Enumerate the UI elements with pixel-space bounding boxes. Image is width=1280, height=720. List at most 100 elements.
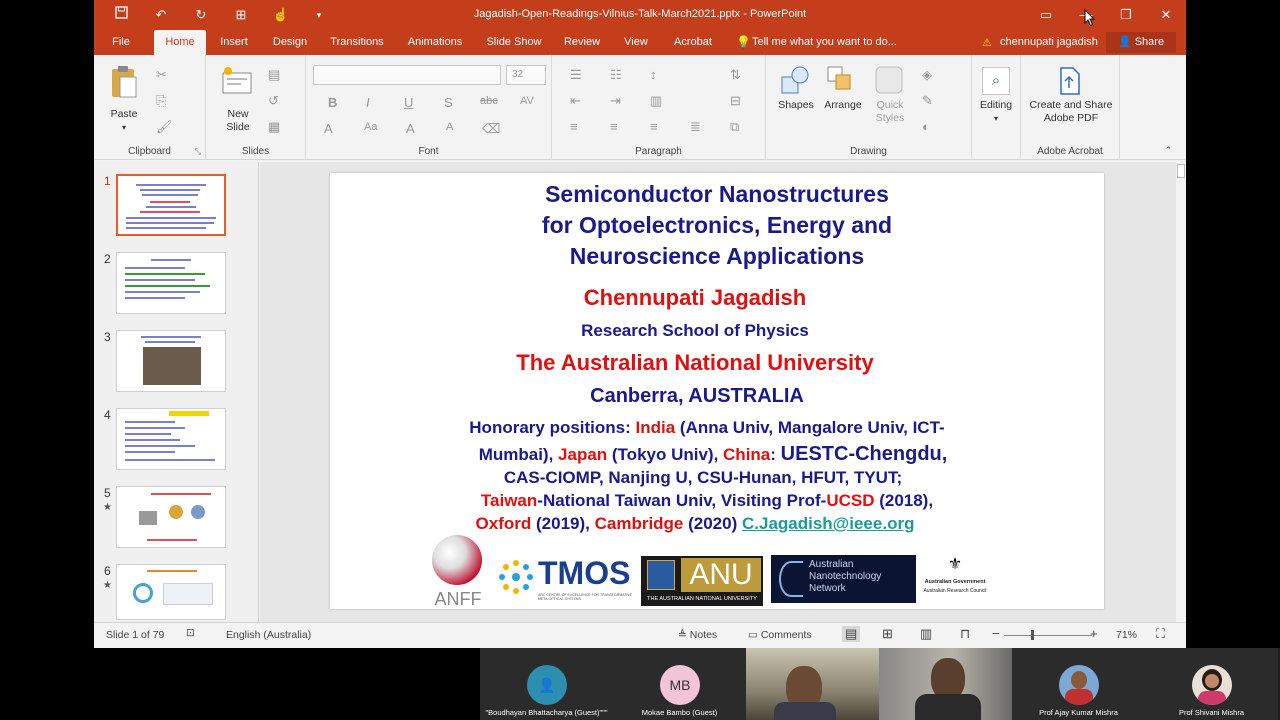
format-painter-icon[interactable]: 🖌	[156, 119, 173, 135]
tab-acrobat[interactable]: Acrobat	[670, 30, 716, 55]
tab-slide-show[interactable]: Slide Show	[484, 30, 544, 55]
arrange-label[interactable]: Arrange	[818, 99, 868, 112]
editing-dropdown-icon[interactable]: ▾	[972, 112, 1020, 125]
participant-tile[interactable]: MB Mokae Bambo (Guest)	[613, 648, 746, 720]
strikethrough-icon[interactable]: abc	[480, 95, 498, 107]
char-spacing-icon[interactable]: AV	[520, 95, 534, 107]
font-name-input[interactable]	[313, 65, 501, 85]
clear-format-icon[interactable]: ⌫	[482, 121, 500, 137]
slide-editing-area[interactable]: Semiconductor Nanostructures for Optoele…	[260, 162, 1176, 622]
decrease-indent-icon[interactable]: ⇤	[570, 93, 581, 109]
italic-icon[interactable]: I	[366, 95, 370, 110]
email-link[interactable]: C.Jagadish@ieee.org	[742, 514, 914, 533]
grow-font-icon[interactable]: A	[406, 121, 415, 136]
new-slide-label-2[interactable]: Slide	[216, 121, 260, 134]
quick-label[interactable]: Quick	[868, 99, 912, 112]
align-center-icon[interactable]: ≡	[610, 119, 618, 134]
close-button[interactable]: ✕	[1146, 0, 1186, 30]
collapse-ribbon-icon[interactable]: ⌃	[1164, 145, 1172, 156]
tab-file[interactable]: File	[104, 30, 138, 55]
paste-dropdown-icon[interactable]: ▾	[102, 121, 146, 134]
underline-icon[interactable]: U	[404, 95, 413, 110]
tell-me-search[interactable]: Tell me what you want to do...	[752, 30, 897, 55]
align-text-icon[interactable]: ⊟	[730, 93, 741, 109]
dialog-launcher-icon[interactable]: ⤡	[195, 147, 201, 157]
zoom-out-icon[interactable]: −	[992, 626, 1000, 641]
spellcheck-icon[interactable]: ⊡	[186, 627, 195, 639]
zoom-slider[interactable]	[1004, 635, 1092, 636]
shape-fill-icon[interactable]: ◈	[922, 67, 932, 83]
change-case-icon[interactable]: Aa	[364, 121, 377, 133]
participant-tile[interactable]: Prof Ajay Kumar Mishra	[1012, 648, 1145, 720]
tab-review[interactable]: Review	[560, 30, 604, 55]
shrink-font-icon[interactable]: A	[446, 121, 453, 133]
tab-animations[interactable]: Animations	[404, 30, 466, 55]
slide-thumbnail-4[interactable]	[116, 408, 226, 470]
quick-styles-icon[interactable]	[874, 65, 904, 100]
align-left-icon[interactable]: ≡	[570, 119, 578, 134]
shapes-label[interactable]: Shapes	[774, 99, 818, 112]
share-button[interactable]: 👤 Share	[1106, 32, 1176, 53]
slide-thumbnail-2[interactable]	[116, 252, 226, 314]
layout-icon[interactable]: ▤	[268, 67, 280, 83]
slide-thumbnail-1[interactable]	[116, 174, 226, 236]
paste-label[interactable]: Paste	[102, 108, 146, 121]
cut-icon[interactable]: ✂	[156, 67, 167, 83]
tab-view[interactable]: View	[620, 30, 652, 55]
participant-tile[interactable]: Prof Shivani Mishra	[1145, 648, 1278, 720]
tab-design[interactable]: Design	[268, 30, 312, 55]
tab-insert[interactable]: Insert	[216, 30, 252, 55]
slide-thumbnail-5[interactable]	[116, 486, 226, 548]
slide-canvas[interactable]: Semiconductor Nanostructures for Optoele…	[330, 173, 1104, 609]
bold-icon[interactable]: B	[328, 95, 337, 110]
arrange-icon[interactable]	[826, 65, 856, 100]
language[interactable]: English (Australia)	[226, 629, 311, 641]
numbering-icon[interactable]: ☷	[610, 67, 622, 83]
zoom-level[interactable]: 71%	[1116, 629, 1137, 641]
line-spacing-icon[interactable]: ↕	[650, 67, 657, 82]
shapes-icon[interactable]	[780, 65, 812, 100]
reset-icon[interactable]: ↺	[268, 93, 279, 109]
copy-icon[interactable]: ⎘	[156, 93, 166, 109]
participant-video[interactable]	[879, 648, 1012, 720]
normal-view-icon[interactable]: ▤	[842, 626, 861, 642]
adobe-pdf-label[interactable]: Adobe PDF	[1021, 112, 1121, 125]
scroll-thumb[interactable]	[1177, 164, 1185, 178]
vertical-scrollbar[interactable]	[1176, 162, 1186, 622]
editing-label[interactable]: Editing	[972, 99, 1020, 112]
smartart-icon[interactable]: ⧉	[730, 119, 739, 135]
increase-indent-icon[interactable]: ⇥	[610, 93, 621, 109]
font-size-input[interactable]: 32	[506, 65, 546, 85]
create-share-label[interactable]: Create and Share	[1021, 99, 1121, 112]
participant-video[interactable]	[746, 648, 879, 720]
text-direction-icon[interactable]: ⇅	[730, 67, 741, 83]
zoom-in-icon[interactable]: +	[1090, 626, 1098, 641]
tab-transitions[interactable]: Transitions	[326, 30, 388, 55]
justify-icon[interactable]: ≣	[690, 119, 701, 135]
slideshow-view-icon[interactable]: ⊓	[960, 626, 970, 642]
fit-to-window-icon[interactable]: ⛶	[1156, 626, 1165, 642]
new-slide-icon[interactable]	[222, 67, 252, 95]
editing-search-icon[interactable]: ⌕	[982, 67, 1010, 95]
comments-button[interactable]: ▭ Comments	[748, 629, 812, 641]
shape-outline-icon[interactable]: ✎	[922, 93, 933, 109]
paste-icon[interactable]	[110, 65, 138, 99]
shape-effects-icon[interactable]: ◐	[922, 119, 930, 134]
notes-button[interactable]: ≜ Notes	[678, 629, 717, 641]
participant-tile[interactable]: 👤 "Boudhayan Bhattacharya (Guest)"""	[480, 648, 613, 720]
columns-icon[interactable]: ▥	[650, 93, 662, 109]
styles-label[interactable]: Styles	[868, 112, 912, 125]
slide-thumbnail-3[interactable]	[116, 330, 226, 392]
maximize-button[interactable]: ❐	[1106, 0, 1146, 30]
zoom-slider-thumb[interactable]	[1031, 630, 1034, 640]
bullets-icon[interactable]: ☰	[570, 67, 582, 83]
reading-view-icon[interactable]: ▥	[920, 626, 932, 642]
slide-thumbnail-6[interactable]	[116, 564, 226, 620]
section-icon[interactable]: ▦	[268, 119, 280, 135]
shadow-icon[interactable]: S	[444, 95, 453, 110]
account-name[interactable]: chennupati jagadish	[1000, 30, 1098, 55]
align-right-icon[interactable]: ≡	[650, 119, 658, 134]
ribbon-display-icon[interactable]: ▭	[1026, 0, 1066, 30]
font-color-icon[interactable]: A	[324, 121, 333, 136]
tab-home[interactable]: Home	[154, 30, 206, 55]
